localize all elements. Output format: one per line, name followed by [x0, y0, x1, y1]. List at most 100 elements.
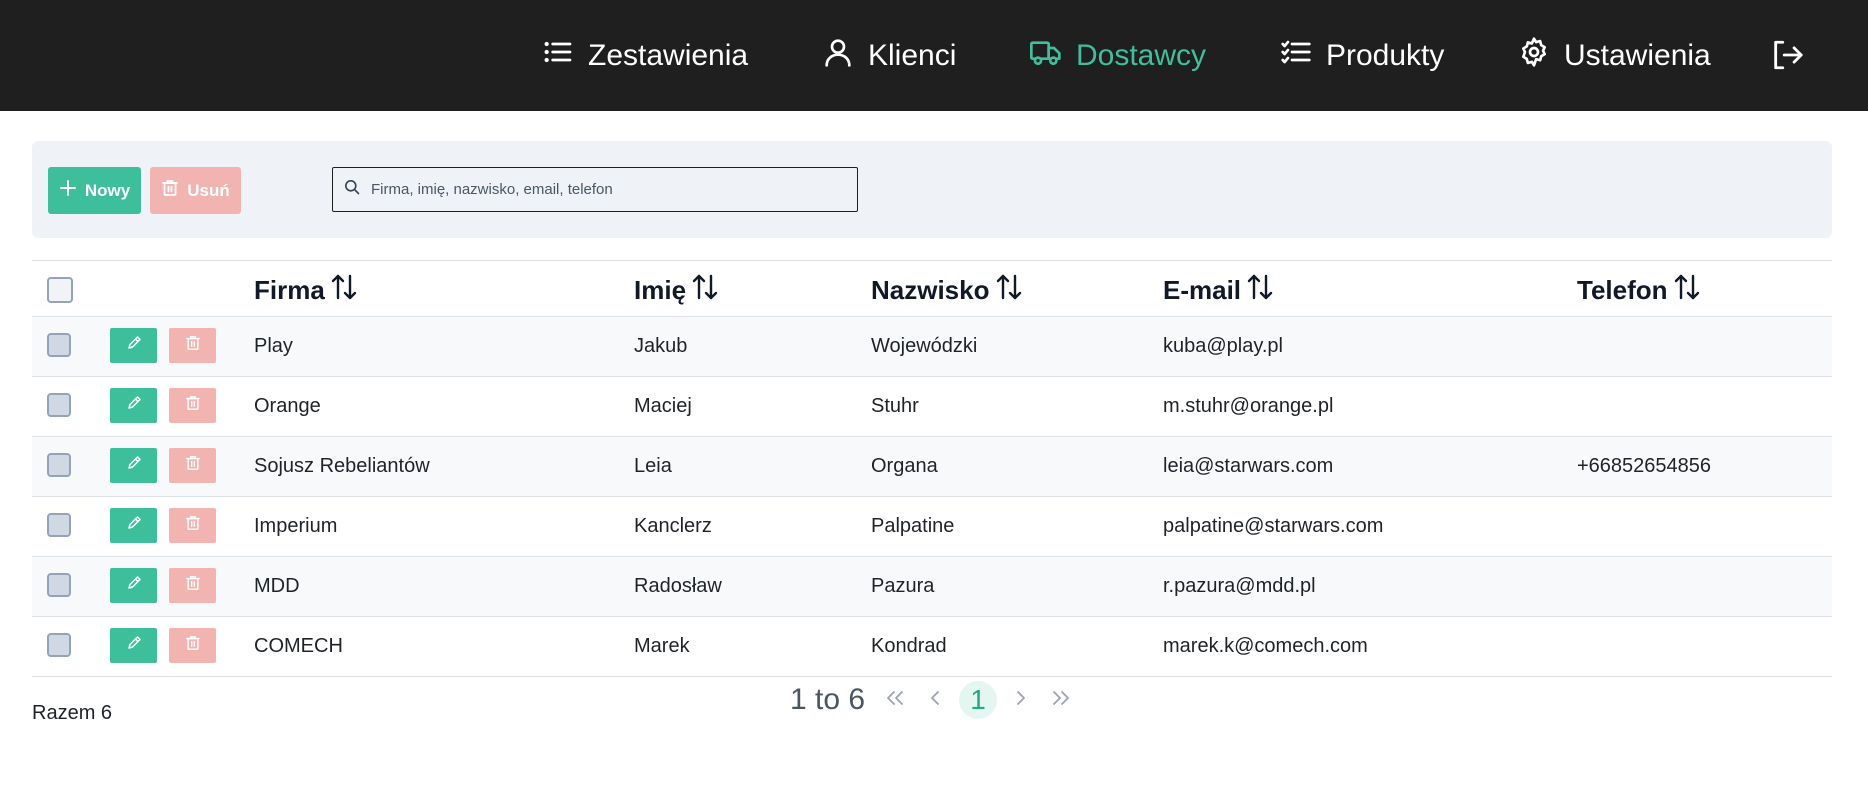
- nav-label-ustawienia: Ustawienia: [1564, 38, 1711, 72]
- gear-icon: [1518, 36, 1564, 76]
- cell-email: marek.k@comech.com: [1163, 635, 1368, 657]
- sort-icon: [1247, 273, 1273, 308]
- cell-nazwisko: Stuhr: [871, 395, 919, 417]
- plus-icon: [59, 179, 77, 202]
- cell-nazwisko: Pazura: [871, 575, 935, 597]
- sort-icon: [1674, 273, 1700, 308]
- table-row: Play Jakub Wojewódzki kuba@play.pl: [32, 317, 1832, 377]
- nav-item-zestawienia[interactable]: Zestawienia: [542, 0, 748, 111]
- sort-icon: [692, 273, 718, 308]
- delete-row-button[interactable]: [169, 448, 216, 483]
- nav-item-klienci[interactable]: Klienci: [822, 0, 956, 111]
- column-header-firma[interactable]: Firma: [254, 273, 357, 308]
- search-input[interactable]: [369, 180, 833, 199]
- suppliers-table: Firma Imię Nazwisko E-mail Telefon Play …: [32, 260, 1832, 677]
- total-count: Razem 6: [32, 702, 113, 724]
- cell-firma: COMECH: [254, 635, 343, 657]
- delete-row-button[interactable]: [169, 508, 216, 543]
- cell-imie: Leia: [634, 455, 672, 477]
- delete-row-button[interactable]: [169, 328, 216, 363]
- next-page-button[interactable]: [1001, 680, 1041, 720]
- new-button[interactable]: Nowy: [48, 167, 141, 214]
- search-icon: [333, 179, 369, 200]
- cell-email: leia@starwars.com: [1163, 455, 1334, 477]
- delete-row-button[interactable]: [169, 628, 216, 663]
- nav-item-ustawienia[interactable]: Ustawienia: [1518, 0, 1711, 111]
- nav-label-zestawienia: Zestawienia: [588, 38, 749, 72]
- edit-row-button[interactable]: [110, 328, 157, 363]
- cell-nazwisko: Wojewódzki: [871, 335, 978, 357]
- table-header: Firma Imię Nazwisko E-mail Telefon: [32, 260, 1832, 317]
- cell-nazwisko: Kondrad: [871, 635, 947, 657]
- row-checkbox[interactable]: [47, 633, 71, 657]
- edit-row-button[interactable]: [110, 388, 157, 423]
- prev-page-button[interactable]: [915, 680, 955, 720]
- edit-row-button[interactable]: [110, 448, 157, 483]
- cell-telefon: +66852654856: [1577, 455, 1712, 477]
- pencil-icon: [126, 635, 142, 656]
- page-button-current[interactable]: 1: [959, 681, 998, 719]
- table-row: Imperium Kanclerz Palpatine palpatine@st…: [32, 497, 1832, 557]
- column-header-telefon[interactable]: Telefon: [1577, 273, 1700, 308]
- cell-imie: Jakub: [634, 335, 688, 357]
- trash-icon: [185, 635, 201, 656]
- edit-row-button[interactable]: [110, 508, 157, 543]
- nav-label-dostawcy: Dostawcy: [1076, 38, 1207, 72]
- paginator: 1 to 6 1: [790, 676, 1081, 724]
- column-header-email[interactable]: E-mail: [1163, 273, 1273, 308]
- nav-label-klienci: Klienci: [868, 38, 957, 72]
- nav-item-dostawcy[interactable]: Dostawcy: [1030, 0, 1206, 111]
- column-header-imie[interactable]: Imię: [634, 273, 718, 308]
- first-page-button[interactable]: [875, 680, 915, 720]
- delete-row-button[interactable]: [169, 388, 216, 423]
- cell-firma: Play: [254, 335, 293, 357]
- nav-item-produkty[interactable]: Produkty: [1280, 0, 1444, 111]
- table-body: Play Jakub Wojewódzki kuba@play.pl Orang…: [32, 317, 1832, 677]
- search-box: [332, 167, 858, 212]
- edit-row-button[interactable]: [110, 628, 157, 663]
- chevron-left-icon: [928, 689, 942, 712]
- cell-firma: Sojusz Rebeliantów: [254, 455, 430, 477]
- table-row: Sojusz Rebeliantów Leia Organa leia@star…: [32, 437, 1832, 497]
- select-all-checkbox[interactable]: [47, 277, 73, 303]
- delete-row-button[interactable]: [169, 568, 216, 603]
- cell-nazwisko: Palpatine: [871, 515, 955, 537]
- column-label: Nazwisko: [871, 275, 990, 305]
- delete-button[interactable]: Usuń: [150, 167, 241, 214]
- pencil-icon: [126, 515, 142, 536]
- cell-firma: Imperium: [254, 515, 338, 537]
- logout-icon: [1770, 40, 1804, 76]
- last-page-button[interactable]: [1041, 680, 1081, 720]
- cell-email: r.pazura@mdd.pl: [1163, 575, 1316, 597]
- cell-firma: MDD: [254, 575, 300, 597]
- truck-icon: [1030, 36, 1076, 76]
- row-checkbox[interactable]: [47, 333, 71, 357]
- cell-email: m.stuhr@orange.pl: [1163, 395, 1334, 417]
- logout-button[interactable]: [1770, 38, 1804, 77]
- cell-nazwisko: Organa: [871, 455, 938, 477]
- sort-icon: [996, 273, 1022, 308]
- table-row: COMECH Marek Kondrad marek.k@comech.com: [32, 617, 1832, 677]
- pencil-icon: [126, 575, 142, 596]
- sort-icon: [331, 273, 357, 308]
- column-label: Firma: [254, 275, 325, 305]
- pencil-icon: [126, 455, 142, 476]
- cell-email: palpatine@starwars.com: [1163, 515, 1384, 537]
- user-icon: [822, 36, 868, 76]
- new-button-label: Nowy: [84, 180, 131, 200]
- top-navbar: Zestawienia Klienci Dostawcy Produkty Us…: [0, 0, 1868, 111]
- cell-email: kuba@play.pl: [1163, 335, 1283, 357]
- chevron-right-icon: [1014, 689, 1028, 712]
- trash-icon: [185, 395, 201, 416]
- row-checkbox[interactable]: [47, 513, 71, 537]
- table-row: MDD Radosław Pazura r.pazura@mdd.pl: [32, 557, 1832, 617]
- double-chevron-right-icon: [1050, 689, 1072, 712]
- column-header-nazwisko[interactable]: Nazwisko: [871, 273, 1022, 308]
- toolbar: Nowy Usuń: [32, 141, 1832, 238]
- row-checkbox[interactable]: [47, 393, 71, 417]
- row-checkbox[interactable]: [47, 573, 71, 597]
- row-checkbox[interactable]: [47, 453, 71, 477]
- page-range: 1 to 6: [790, 683, 866, 716]
- edit-row-button[interactable]: [110, 568, 157, 603]
- trash-icon: [161, 179, 179, 202]
